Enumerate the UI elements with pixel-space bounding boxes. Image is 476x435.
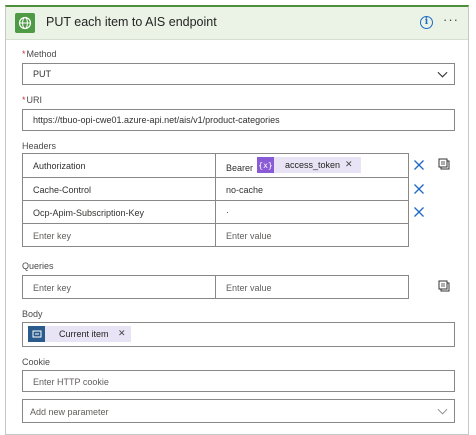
info-icon[interactable]: i (420, 16, 433, 29)
header-key-subscription-key[interactable]: Ocp-Apim-Subscription-Key (22, 200, 216, 224)
query-value-new[interactable]: Enter value (215, 275, 409, 299)
header-key-text: Authorization (33, 161, 86, 171)
placeholder-text: Enter value (226, 283, 272, 293)
query-key-new[interactable]: Enter key (22, 275, 216, 299)
placeholder-text: Add new parameter (30, 407, 109, 417)
placeholder-text: Enter value (226, 231, 272, 241)
access-token-token[interactable]: {x} access_token ✕ (257, 157, 361, 173)
current-item-token[interactable]: Current item ✕ (28, 326, 131, 342)
uri-label: *URI (22, 95, 43, 105)
more-options-icon[interactable]: ··· (443, 12, 459, 27)
action-header[interactable]: PUT each item to AIS endpoint i ··· (6, 7, 468, 40)
cookie-input[interactable]: Enter HTTP cookie (22, 370, 455, 392)
header-value-subscription-key[interactable]: · (215, 200, 409, 224)
method-label: *Method (22, 49, 57, 59)
header-value-new[interactable]: Enter value (215, 223, 409, 247)
body-input[interactable]: Current item ✕ (22, 322, 455, 347)
delete-row-icon[interactable] (413, 183, 425, 195)
header-value-text: · (226, 207, 229, 217)
header-key-cache-control[interactable]: Cache-Control (22, 177, 216, 201)
header-value-text: no-cache (226, 185, 264, 195)
cookie-label: Cookie (22, 357, 51, 367)
delete-row-icon[interactable] (413, 159, 425, 171)
chevron-down-icon (437, 71, 448, 78)
action-title: PUT each item to AIS endpoint (46, 15, 217, 29)
delete-row-icon[interactable] (413, 206, 425, 218)
chevron-down-icon (437, 408, 448, 415)
remove-token-icon[interactable]: ✕ (345, 159, 353, 170)
body-label: Body (22, 309, 43, 319)
add-new-parameter-dropdown[interactable]: Add new parameter (22, 399, 455, 423)
placeholder-text: Enter key (33, 283, 72, 293)
header-key-text: Ocp-Apim-Subscription-Key (33, 208, 145, 218)
bearer-text: Bearer (226, 163, 254, 173)
placeholder-text: Enter key (33, 231, 72, 241)
header-value-authorization[interactable]: Bearer {x} access_token ✕ (215, 153, 409, 178)
http-globe-icon (15, 13, 35, 33)
uri-input[interactable]: https://tbuo-opi-cwe01.azure-api.net/ais… (22, 109, 455, 131)
uri-value: https://tbuo-opi-cwe01.azure-api.net/ais… (33, 115, 280, 125)
variable-icon: {x} (257, 157, 274, 173)
access-token-label: access_token (285, 160, 341, 170)
header-key-new[interactable]: Enter key (22, 223, 216, 247)
header-key-authorization[interactable]: Authorization (22, 153, 216, 178)
current-item-label: Current item (59, 329, 109, 339)
method-value: PUT (33, 69, 51, 79)
placeholder-text: Enter HTTP cookie (33, 377, 109, 387)
method-select[interactable]: PUT (22, 63, 455, 85)
queries-label: Queries (22, 261, 54, 271)
header-value-cache-control[interactable]: no-cache (215, 177, 409, 201)
remove-token-icon[interactable]: ✕ (118, 328, 126, 339)
header-key-text: Cache-Control (33, 185, 92, 195)
headers-label: Headers (22, 141, 57, 151)
http-action-card: PUT each item to AIS endpoint i ··· *Met… (5, 5, 469, 435)
switch-to-text-mode-icon[interactable] (438, 158, 450, 170)
foreach-icon (28, 326, 45, 342)
switch-to-text-mode-icon[interactable] (438, 280, 450, 292)
